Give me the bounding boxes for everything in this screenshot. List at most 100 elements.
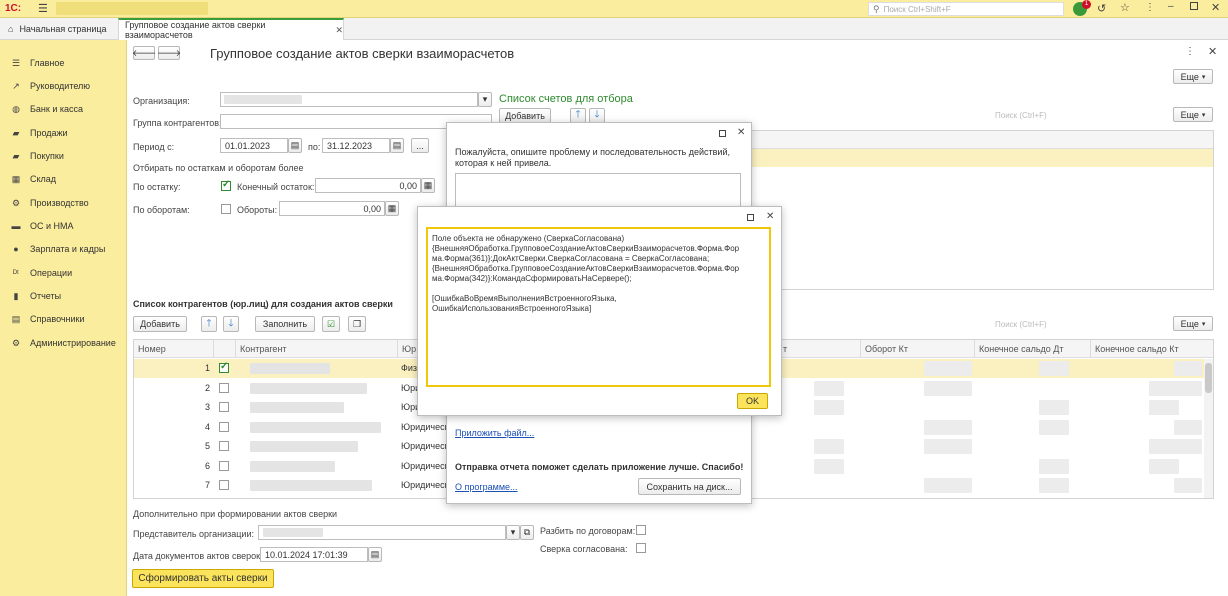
row-checkbox[interactable] xyxy=(219,382,229,393)
final-balance-calc-button[interactable]: ▦ xyxy=(421,178,435,193)
contractors-more-button[interactable]: Еще ▾ xyxy=(1173,316,1213,331)
tab-current[interactable]: Групповое создание актов сверки взаимора… xyxy=(118,18,344,40)
turnover-calc-button[interactable]: ▦ xyxy=(385,201,399,216)
sidebar-item-2[interactable]: ◍ Банк и касса xyxy=(0,98,127,120)
period-choose-button[interactable]: ... xyxy=(411,138,429,153)
sidebar-item-9[interactable]: ᴰᵗ Операции xyxy=(0,262,127,284)
favorites-icon[interactable]: ☆ xyxy=(1120,1,1130,14)
balance-checkbox[interactable]: ✓ xyxy=(221,179,231,191)
tab-home[interactable]: ⌂ Начальная страница xyxy=(0,18,118,40)
report-close-icon[interactable]: ✕ xyxy=(737,127,745,138)
turnover-checkbox[interactable] xyxy=(221,204,231,214)
sidebar-item-10[interactable]: ▮ Отчеты xyxy=(0,285,127,307)
sidebar-item-icon: ▰ xyxy=(12,150,20,161)
row-checkbox[interactable] xyxy=(219,441,229,451)
about-link[interactable]: О программе... xyxy=(455,482,518,492)
period-choose-label: ... xyxy=(416,140,424,151)
save-to-disk-button[interactable]: Сохранить на диск... xyxy=(638,478,741,495)
more-button-top[interactable]: Еще ▾ xyxy=(1173,69,1213,84)
accounts-move-down-button[interactable]: 🡓 xyxy=(589,108,605,123)
error-text-box[interactable]: Поле объекта не обнаружено (СверкаСоглас… xyxy=(426,227,771,387)
more-icon[interactable]: ⋮ xyxy=(1145,2,1155,13)
sidebar-item-8[interactable]: ● Зарплата и кадры xyxy=(0,238,127,260)
agreed-checkbox[interactable] xyxy=(636,543,646,553)
col-check[interactable] xyxy=(214,340,236,358)
col-num[interactable]: Номер xyxy=(134,340,214,358)
minimize-icon[interactable]: – xyxy=(1168,1,1174,12)
sidebar-item-icon: ▰ xyxy=(12,127,20,138)
date-from-field[interactable]: 01.01.2023 xyxy=(220,138,288,153)
contractors-add-button[interactable]: Добавить xyxy=(133,316,187,332)
sidebar-item-3[interactable]: ▰ Продажи xyxy=(0,122,127,144)
global-search[interactable]: ⚲ Поиск Ctrl+Shift+F xyxy=(868,2,1064,16)
forward-button[interactable]: 🡒 xyxy=(157,46,181,60)
scrollbar-thumb[interactable] xyxy=(1205,363,1212,393)
sidebar-item-icon: ⚙ xyxy=(11,337,21,348)
accounts-title: Список счетов для отбора xyxy=(499,93,633,105)
row-checkbox[interactable] xyxy=(219,460,229,471)
sidebar-item-11[interactable]: ▤ Справочники xyxy=(0,308,127,330)
final-balance-field[interactable]: 0,00 xyxy=(315,178,421,193)
check-all-button[interactable]: ☑ xyxy=(322,316,340,332)
accounts-add-button[interactable]: Добавить xyxy=(499,108,551,123)
contractor-name-blurred xyxy=(250,480,372,491)
scrollbar[interactable] xyxy=(1204,359,1213,498)
contractors-move-up-button[interactable]: 🡑 xyxy=(201,316,217,332)
history-icon[interactable]: ↺ xyxy=(1097,2,1106,15)
accounts-move-up-button[interactable]: 🡑 xyxy=(570,108,586,123)
back-button[interactable]: 🡐 xyxy=(132,46,156,60)
row-checkbox[interactable] xyxy=(219,402,229,412)
amount-blurred xyxy=(1174,380,1202,396)
date-from-calendar-button[interactable]: ▤ xyxy=(288,138,302,153)
sidebar: ☰ Главное ↗ Руководителю ◍ Банк и касса ▰ Прода… xyxy=(0,40,127,596)
generate-button[interactable]: Сформировать акты сверки xyxy=(132,569,274,588)
col-end-dt[interactable]: Конечное сальдо Дт xyxy=(975,340,1091,358)
org-dropdown-button[interactable]: ▾ xyxy=(478,92,492,107)
sidebar-item-7[interactable]: ▬ ОС и НМА xyxy=(0,215,127,237)
uncheck-all-button[interactable]: ❐ xyxy=(348,316,366,332)
contractor-name-blurred xyxy=(250,402,344,413)
row-checkbox[interactable]: ✓ xyxy=(219,361,229,373)
org-field[interactable] xyxy=(220,92,478,107)
sidebar-item-0[interactable]: ☰ Главное xyxy=(0,52,127,74)
col-turnover-kt[interactable]: Оборот Кт xyxy=(861,340,975,358)
accounts-more-button[interactable]: Еще ▾ xyxy=(1173,107,1213,122)
sidebar-item-1[interactable]: ↗ Руководителю xyxy=(0,75,127,97)
close-tab-icon[interactable]: ✕ xyxy=(335,25,343,36)
menu-icon[interactable]: ☰ xyxy=(38,2,48,15)
error-close-icon[interactable]: ✕ xyxy=(766,211,774,222)
date-to-calendar-button[interactable]: ▤ xyxy=(390,138,404,153)
col-type-label: Юр xyxy=(402,344,417,354)
sidebar-item-label: Администрирование xyxy=(30,338,116,348)
fill-button[interactable]: Заполнить xyxy=(255,316,315,332)
sidebar-item-6[interactable]: ⚙ Производство xyxy=(0,192,127,214)
error-line: Поле объекта не обнаружено (СверкаСоглас… xyxy=(432,234,625,243)
contractors-move-down-button[interactable]: 🡓 xyxy=(223,316,239,332)
sidebar-item-12[interactable]: ⚙ Администрирование xyxy=(0,332,127,354)
representative-field[interactable] xyxy=(258,525,506,540)
ok-button[interactable]: OK xyxy=(737,393,768,409)
split-checkbox[interactable] xyxy=(636,525,646,535)
attach-file-link[interactable]: Приложить файл... xyxy=(455,428,534,438)
doc-date-calendar-button[interactable]: ▤ xyxy=(368,547,382,562)
tab-bar: ⌂ Начальная страница Групповое создание … xyxy=(0,18,1228,40)
col-contractor[interactable]: Контрагент xyxy=(236,340,398,358)
row-checkbox[interactable] xyxy=(219,421,229,432)
close-window-icon[interactable]: ✕ xyxy=(1211,1,1220,14)
turnover-field[interactable]: 0,00 xyxy=(279,201,385,216)
representative-open-button[interactable]: ⧉ xyxy=(520,525,534,540)
date-to-field[interactable]: 31.12.2023 xyxy=(322,138,390,153)
error-maximize-icon[interactable] xyxy=(747,214,754,221)
doc-date-field[interactable]: 10.01.2024 17:01:39 xyxy=(260,547,368,562)
page-title: Групповое создание актов сверки взаимора… xyxy=(210,46,515,61)
maximize-icon[interactable] xyxy=(1190,2,1198,10)
row-checkbox[interactable] xyxy=(219,480,229,490)
sidebar-item-5[interactable]: ▦ Склад xyxy=(0,168,127,190)
representative-dropdown-button[interactable]: ▾ xyxy=(506,525,520,540)
sidebar-item-label: Отчеты xyxy=(30,291,62,301)
sidebar-item-4[interactable]: ▰ Покупки xyxy=(0,145,127,167)
form-menu-icon[interactable]: ⋮ xyxy=(1185,46,1195,57)
col-end-kt[interactable]: Конечное сальдо Кт xyxy=(1091,340,1213,358)
form-close-icon[interactable]: ✕ xyxy=(1208,45,1217,58)
report-maximize-icon[interactable] xyxy=(719,130,726,137)
